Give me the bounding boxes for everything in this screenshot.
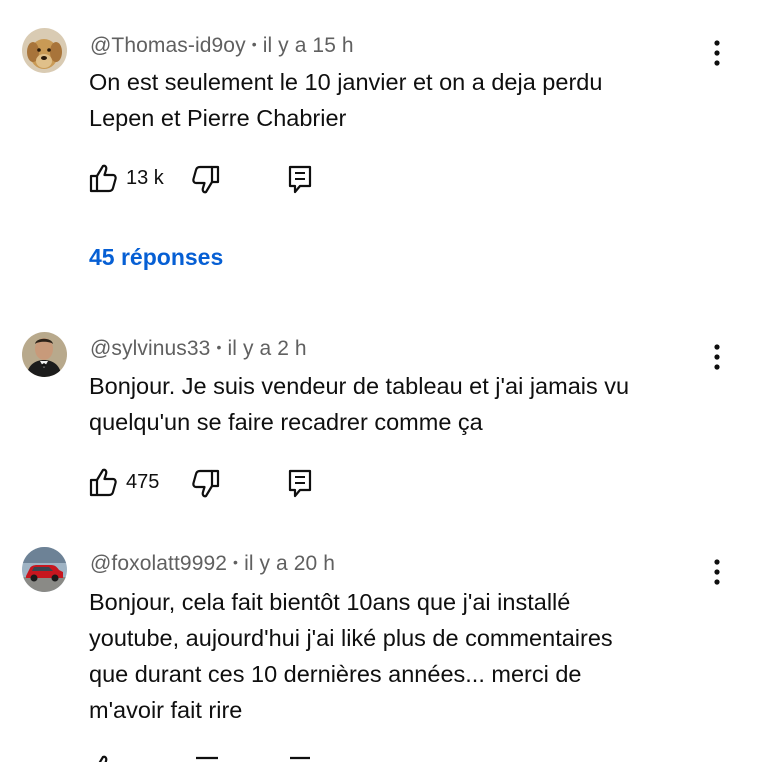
dislike-button[interactable] bbox=[192, 754, 222, 762]
comment-line: que durant ces 10 dernières années... me… bbox=[89, 661, 582, 687]
separator-dot: • bbox=[233, 554, 239, 570]
reply-comment-icon bbox=[290, 756, 310, 760]
reply-button[interactable] bbox=[288, 754, 314, 762]
comment-author[interactable]: @foxolatt9992 bbox=[90, 552, 227, 575]
comment: @foxolatt9992 • il y a 20 h Bonjour, cela … bbox=[0, 0, 762, 762]
comment-line: youtube, aujourd'hui j'ai liké plus de c… bbox=[89, 625, 613, 651]
comment-text: Bonjour, cela fait bientôt 10ans que j'a… bbox=[89, 584, 729, 728]
like-button[interactable] bbox=[89, 754, 117, 762]
red-car-avatar[interactable] bbox=[22, 547, 67, 592]
comment-meta: @foxolatt9992 • il y a 20 h bbox=[90, 552, 335, 576]
thumbs-down-icon bbox=[196, 756, 218, 760]
comment-actions bbox=[89, 754, 329, 762]
thumbs-up-icon bbox=[98, 755, 108, 762]
comment-time[interactable]: il y a 20 h bbox=[244, 552, 335, 575]
comment-line: Bonjour, cela fait bientôt 10ans que j'a… bbox=[89, 589, 571, 615]
comment-line: m'avoir fait rire bbox=[89, 697, 243, 723]
more-options-icon[interactable] bbox=[707, 557, 727, 587]
